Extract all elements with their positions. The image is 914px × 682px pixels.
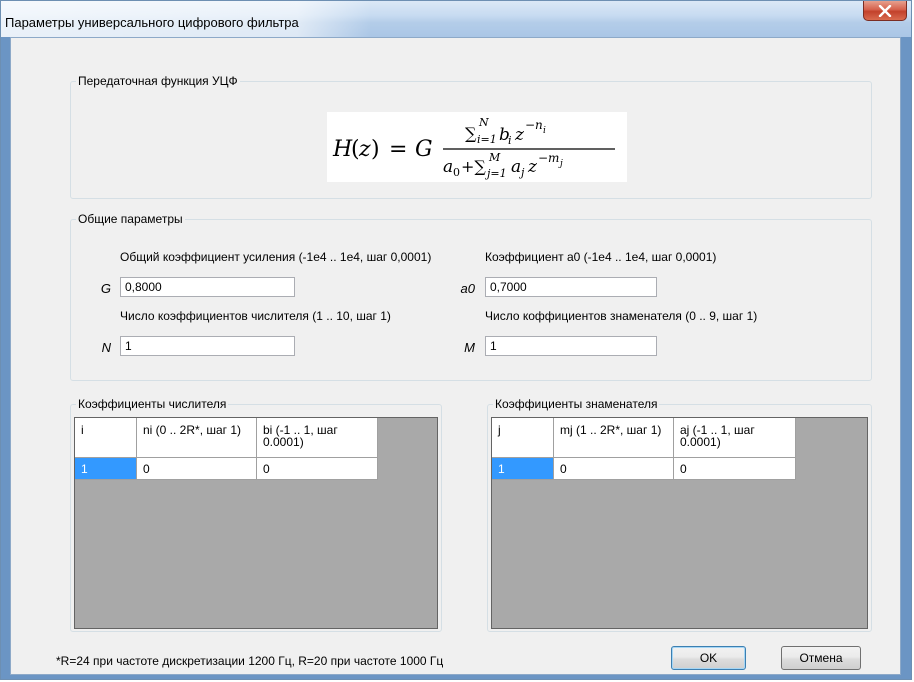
close-icon [878,5,892,17]
svg-text:+∑: +∑ [461,157,486,176]
a0-symbol: a0 [460,281,475,296]
svg-text:j=1: j=1 [484,167,507,180]
general-parameters-group-title: Общие параметры [76,212,185,226]
grid-header-aj[interactable]: aj (-1 .. 1, шаг 0.0001) [674,418,796,458]
svg-text:=: = [389,137,407,162]
denominator-coefficients-group-title: Коэффициенты знаменателя [493,397,660,411]
numerator-count-symbol: N [101,340,111,355]
svg-text:a: a [443,157,453,177]
a0-input[interactable] [485,277,657,297]
svg-text:): ) [371,137,380,162]
dialog-window: Параметры универсального цифрового фильт… [0,0,912,680]
grid-cell-bi[interactable]: 0 [257,458,378,480]
ok-button[interactable]: OK [671,646,746,670]
svg-text:i=1: i=1 [477,133,497,146]
numerator-count-label: Число коэффициентов числителя (1 .. 10, … [120,309,391,323]
svg-text:G: G [415,137,433,162]
transfer-function-group: Передаточная функция УЦФ H ( z ) = G ∑ N… [70,74,872,199]
close-button[interactable] [863,1,907,21]
gain-input[interactable] [120,277,295,297]
a0-label: Коэффициент a0 (-1e4 .. 1e4, шаг 0,0001) [485,250,717,264]
svg-text:∑: ∑ [465,124,477,143]
numerator-grid[interactable]: i ni (0 .. 2R*, шаг 1) bi (-1 .. 1, шаг … [74,417,438,629]
gain-label: Общий коэффициент усиления (-1e4 .. 1e4,… [120,250,432,264]
window-title: Параметры универсального цифрового фильт… [5,15,299,30]
transfer-function-formula: H ( z ) = G ∑ N i=1 b i z −n i a 0 +∑ M … [327,112,627,182]
formula-image: H ( z ) = G ∑ N i=1 b i z −n i a 0 +∑ M … [332,116,615,180]
svg-text:z: z [514,125,525,145]
transfer-function-group-title: Передаточная функция УЦФ [76,74,240,88]
svg-text:z: z [358,137,371,162]
title-bar[interactable]: Параметры универсального цифрового фильт… [1,1,911,37]
denominator-coefficients-group: Коэффициенты знаменателя j mj (1 .. 2R*,… [487,397,872,632]
cancel-button[interactable]: Отмена [781,646,861,670]
dialog-client-area: Передаточная функция УЦФ H ( z ) = G ∑ N… [10,37,901,675]
numerator-coefficients-group: Коэффициенты числителя i ni (0 .. 2R*, ш… [70,397,442,632]
sampling-rate-footnote: *R=24 при частоте дискретизации 1200 Гц,… [56,654,444,668]
gain-symbol: G [100,281,111,296]
svg-text:−n: −n [525,118,543,132]
svg-text:z: z [527,157,538,177]
grid-header-j[interactable]: j [492,418,554,458]
svg-text:a: a [511,157,521,177]
grid-cell-mj[interactable]: 0 [554,458,674,480]
grid-cell-ni[interactable]: 0 [137,458,257,480]
svg-text:i: i [543,126,546,136]
grid-cell-j[interactable]: 1 [492,458,554,480]
svg-text:N: N [478,116,489,129]
grid-header-mj[interactable]: mj (1 .. 2R*, шаг 1) [554,418,674,458]
svg-text:i: i [508,134,512,147]
grid-header-ni[interactable]: ni (0 .. 2R*, шаг 1) [137,418,257,458]
svg-text:H: H [332,137,353,162]
grid-header-i[interactable]: i [75,418,137,458]
grid-header-bi[interactable]: bi (-1 .. 1, шаг 0.0001) [257,418,378,458]
grid-cell-i[interactable]: 1 [75,458,137,480]
grid-cell-aj[interactable]: 0 [674,458,796,480]
denominator-grid[interactable]: j mj (1 .. 2R*, шаг 1) aj (-1 .. 1, шаг … [491,417,868,629]
denominator-count-label: Число коффициентов знаменателя (0 .. 9, … [485,309,758,323]
general-parameters-group: Общие параметры Общий коэффициент усилен… [70,212,872,381]
numerator-coefficients-group-title: Коэффициенты числителя [76,397,229,411]
svg-text:−m: −m [538,151,559,165]
svg-text:0: 0 [453,166,460,179]
denominator-count-input[interactable] [485,336,657,356]
svg-text:M: M [488,151,501,164]
numerator-count-input[interactable] [120,336,295,356]
denominator-count-symbol: M [464,340,475,355]
